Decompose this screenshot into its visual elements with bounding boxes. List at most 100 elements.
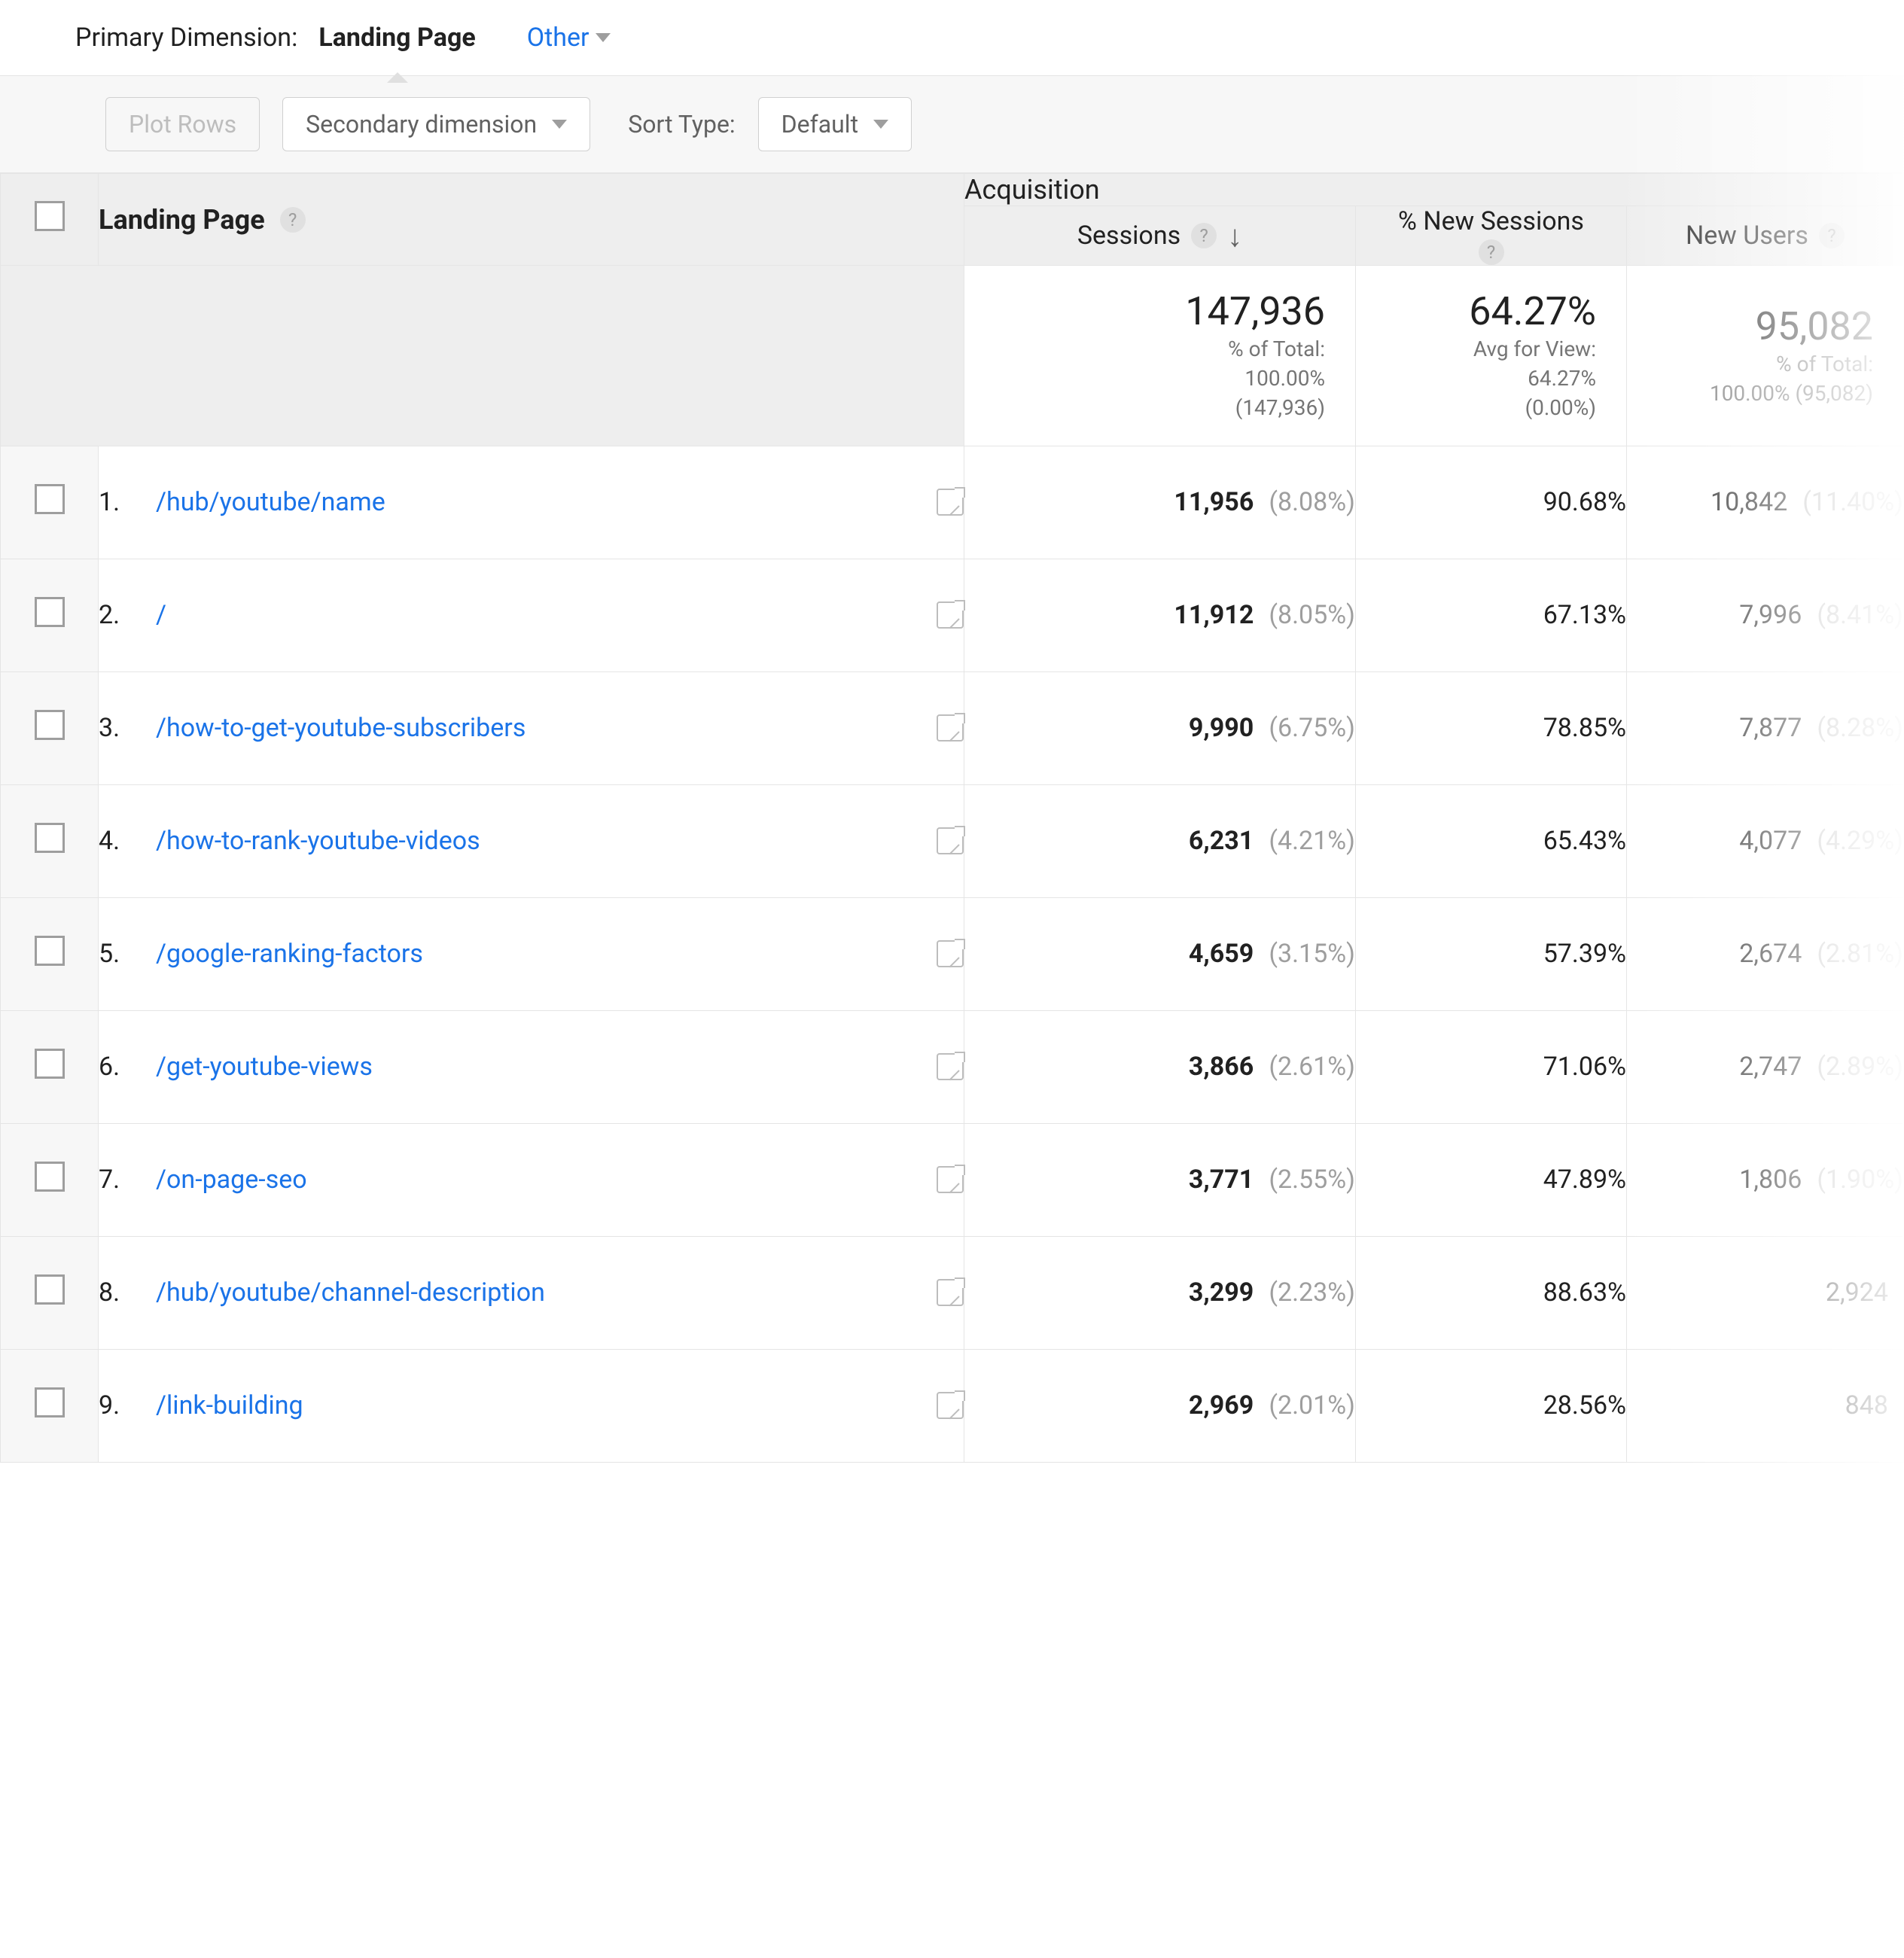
row-checkbox[interactable] [35,823,65,853]
new-users-cell: 2,924 [1627,1236,1904,1349]
chevron-down-icon [552,120,567,129]
pct-new-sessions-cell: 88.63% [1356,1236,1627,1349]
row-checkbox[interactable] [35,597,65,627]
help-icon[interactable]: ? [1819,223,1845,248]
plot-rows-button[interactable]: Plot Rows [105,97,260,151]
table-toolbar: Plot Rows Secondary dimension Sort Type:… [0,76,1904,173]
external-link-icon[interactable] [937,827,964,854]
landing-page-header[interactable]: Landing Page ? [99,174,964,266]
row-index: 8. [99,1277,136,1308]
row-index: 3. [99,713,136,743]
row-checkbox[interactable] [35,1387,65,1417]
row-index: 9. [99,1390,136,1421]
pct-new-sessions-cell: 71.06% [1356,1010,1627,1123]
new-users-cell: 7,877(8.28%) [1627,671,1904,784]
sessions-cell: 4,659(3.15%) [964,897,1356,1010]
landing-page-link[interactable]: /how-to-rank-youtube-videos [156,824,917,857]
row-index: 1. [99,487,136,517]
row-index: 2. [99,600,136,630]
row-checkbox[interactable] [35,484,65,514]
sessions-cell: 11,956(8.08%) [964,446,1356,559]
landing-page-link[interactable]: /hub/youtube/channel-description [156,1276,917,1309]
secondary-dimension-dropdown[interactable]: Secondary dimension [282,97,590,151]
new-users-cell: 4,077(4.29%) [1627,784,1904,897]
pct-new-sessions-cell: 78.85% [1356,671,1627,784]
row-index: 5. [99,939,136,969]
chevron-down-icon [873,120,888,129]
landing-page-link[interactable]: /on-page-seo [156,1163,917,1196]
external-link-icon[interactable] [937,601,964,629]
new-users-header[interactable]: New Users ? [1627,206,1904,266]
row-index: 4. [99,826,136,856]
new-users-cell: 2,674(2.81%) [1627,897,1904,1010]
chevron-down-icon [596,33,611,42]
sessions-cell: 11,912(8.05%) [964,559,1356,671]
pct-new-sessions-cell: 57.39% [1356,897,1627,1010]
new-users-cell: 7,996(8.41%) [1627,559,1904,671]
sessions-cell: 9,990(6.75%) [964,671,1356,784]
new-users-cell: 848 [1627,1349,1904,1462]
sort-type-dropdown[interactable]: Default [758,97,912,151]
sort-type-label: Sort Type: [628,110,735,139]
external-link-icon[interactable] [937,489,964,516]
acquisition-header-group: Acquisition [964,174,1904,206]
pct-new-sessions-cell: 67.13% [1356,559,1627,671]
external-link-icon[interactable] [937,940,964,967]
row-checkbox[interactable] [35,710,65,740]
landing-page-link[interactable]: /link-building [156,1389,917,1422]
pct-new-sessions-cell: 65.43% [1356,784,1627,897]
row-checkbox[interactable] [35,1274,65,1305]
external-link-icon[interactable] [937,1279,964,1306]
table-row: 2. / 11,912(8.05%)67.13%7,996(8.41%) [1,559,1904,671]
sessions-cell: 3,771(2.55%) [964,1123,1356,1236]
help-icon[interactable]: ? [1479,239,1504,265]
table-row: 6. /get-youtube-views 3,866(2.61%)71.06%2,… [1,1010,1904,1123]
pct-new-sessions-header[interactable]: % New Sessions ? [1356,206,1627,266]
help-icon[interactable]: ? [1191,223,1217,248]
primary-dimension-value[interactable]: Landing Page [318,23,475,53]
landing-page-link[interactable]: /how-to-get-youtube-subscribers [156,711,917,745]
landing-page-link[interactable]: /google-ranking-factors [156,937,917,970]
new-users-cell: 2,747(2.89%) [1627,1010,1904,1123]
sessions-cell: 3,866(2.61%) [964,1010,1356,1123]
external-link-icon[interactable] [937,1392,964,1419]
table-row: 4. /how-to-rank-youtube-videos 6,231(4.21%… [1,784,1904,897]
external-link-icon[interactable] [937,1053,964,1080]
table-row: 8. /hub/youtube/channel-description 3,299(… [1,1236,1904,1349]
summary-pct-new: 64.27% Avg for View: 64.27% (0.00%) [1356,266,1627,446]
other-label: Other [527,23,589,53]
landing-page-link[interactable]: /hub/youtube/name [156,486,917,519]
table-row: 1. /hub/youtube/name 11,956(8.08%)90.68%10… [1,446,1904,559]
new-users-cell: 1,806(1.90%) [1627,1123,1904,1236]
landing-page-link[interactable]: /get-youtube-views [156,1050,917,1083]
summary-new-users: 95,082 % of Total: 100.00% (95,082) [1627,266,1904,446]
row-index: 7. [99,1165,136,1195]
row-checkbox[interactable] [35,1049,65,1079]
table-row: 9./link-building2,969(2.01%)28.56%848 [1,1349,1904,1462]
sessions-cell: 3,299(2.23%) [964,1236,1356,1349]
row-checkbox[interactable] [35,1162,65,1192]
sort-descending-icon: ↓ [1227,218,1242,254]
table-row: 5. /google-ranking-factors 4,659(3.15%)57.… [1,897,1904,1010]
external-link-icon[interactable] [937,714,964,741]
primary-dimension-label: Primary Dimension: [75,23,297,53]
primary-dimension-bar: Primary Dimension: Landing Page Other [0,0,1904,76]
pct-new-sessions-cell: 90.68% [1356,446,1627,559]
table-row: 7. /on-page-seo 3,771(2.55%)47.89%1,806(1.… [1,1123,1904,1236]
primary-dimension-other[interactable]: Other [527,23,611,53]
sessions-cell: 6,231(4.21%) [964,784,1356,897]
sessions-header[interactable]: Sessions ? ↓ [964,206,1356,266]
summary-sessions: 147,936 % of Total: 100.00% (147,936) [964,266,1356,446]
pct-new-sessions-cell: 47.89% [1356,1123,1627,1236]
help-icon[interactable]: ? [280,207,306,233]
landing-page-table: Landing Page ? Acquisition Sessions ? ↓ … [0,173,1904,1463]
summary-row: 147,936 % of Total: 100.00% (147,936) 64… [1,266,1904,446]
row-checkbox[interactable] [35,936,65,966]
external-link-icon[interactable] [937,1166,964,1193]
select-all-checkbox[interactable] [35,201,65,231]
select-all-header [1,174,99,266]
row-index: 6. [99,1052,136,1082]
new-users-cell: 10,842(11.40%) [1627,446,1904,559]
table-row: 3. /how-to-get-youtube-subscribers 9,990(6… [1,671,1904,784]
landing-page-link[interactable]: / [156,598,917,632]
